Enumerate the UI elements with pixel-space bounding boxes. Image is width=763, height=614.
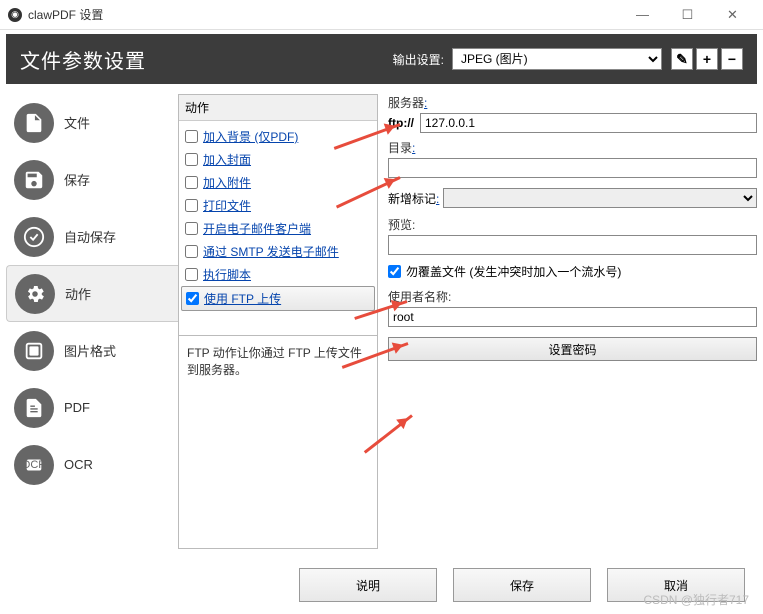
overwrite-label: 勿覆盖文件 (发生冲突时加入一个流水号): [406, 263, 621, 280]
image-icon: [14, 331, 54, 371]
gear-icon: [15, 274, 55, 314]
preview-input[interactable]: [388, 235, 757, 255]
action-checkbox[interactable]: [185, 268, 198, 281]
overwrite-checkbox[interactable]: [388, 265, 401, 278]
action-checkbox[interactable]: [185, 199, 198, 212]
save-button[interactable]: 保存: [453, 568, 591, 602]
sidebar-item-file[interactable]: 文件: [6, 94, 178, 151]
edit-button[interactable]: ✎: [671, 48, 693, 70]
sidebar-item-label: 文件: [64, 113, 90, 132]
action-item[interactable]: 加入封面: [181, 148, 375, 171]
ocr-icon: OCR: [14, 445, 54, 485]
action-label[interactable]: 加入封面: [203, 151, 251, 168]
help-button[interactable]: 说明: [299, 568, 437, 602]
dialog-footer: 说明 保存 取消: [299, 568, 745, 602]
action-item[interactable]: 使用 FTP 上传: [181, 286, 375, 311]
server-input[interactable]: [420, 113, 757, 133]
action-item[interactable]: 加入背景 (仅PDF): [181, 125, 375, 148]
actions-header: 动作: [179, 95, 377, 121]
header-bar: 文件参数设置 输出设置: JPEG (图片) ✎ + −: [6, 34, 757, 84]
action-label[interactable]: 加入背景 (仅PDF): [203, 128, 298, 145]
action-label[interactable]: 加入附件: [203, 174, 251, 191]
action-checkbox[interactable]: [185, 222, 198, 235]
sidebar-item-label: 图片格式: [64, 341, 116, 360]
directory-input[interactable]: [388, 158, 757, 178]
close-button[interactable]: ✕: [710, 1, 755, 29]
app-icon: ◉: [8, 8, 22, 22]
actions-panel: 动作 加入背景 (仅PDF) 加入封面加入附件打印文件开启电子邮件客户端通过 SM…: [178, 94, 378, 549]
header-title: 文件参数设置: [20, 45, 393, 74]
new-tag-label: 新增标记:: [388, 190, 439, 207]
sidebar-item-label: OCR: [64, 457, 93, 472]
action-checkbox[interactable]: [185, 130, 198, 143]
preview-label: 预览:: [388, 216, 757, 233]
action-item[interactable]: 加入附件: [181, 171, 375, 194]
save-icon: [14, 160, 54, 200]
cancel-button[interactable]: 取消: [607, 568, 745, 602]
autosave-icon: [14, 217, 54, 257]
sidebar-item-actions[interactable]: 动作: [6, 265, 178, 322]
server-label: 服务器:: [388, 94, 757, 111]
action-checkbox[interactable]: [186, 292, 199, 305]
username-input[interactable]: [388, 307, 757, 327]
window-titlebar: ◉ clawPDF 设置 — ☐ ✕: [0, 0, 763, 30]
add-button[interactable]: +: [696, 48, 718, 70]
sidebar-item-label: PDF: [64, 400, 90, 415]
action-item[interactable]: 开启电子邮件客户端: [181, 217, 375, 240]
maximize-button[interactable]: ☐: [665, 1, 710, 29]
action-label[interactable]: 打印文件: [203, 197, 251, 214]
action-item[interactable]: 通过 SMTP 发送电子邮件: [181, 240, 375, 263]
minimize-button[interactable]: —: [620, 1, 665, 29]
action-label[interactable]: 执行脚本: [203, 266, 251, 283]
action-item[interactable]: 执行脚本: [181, 263, 375, 286]
sidebar-item-autosave[interactable]: 自动保存: [6, 208, 178, 265]
directory-label: 目录:: [388, 139, 757, 156]
svg-text:OCR: OCR: [23, 458, 45, 470]
sidebar-item-label: 动作: [65, 284, 91, 303]
sidebar-item-save[interactable]: 保存: [6, 151, 178, 208]
sidebar-item-ocr[interactable]: OCR OCR: [6, 436, 178, 493]
set-password-button[interactable]: 设置密码: [388, 337, 757, 361]
sidebar-nav: 文件 保存 自动保存 动作 图片格式 PDF OCR OCR: [6, 94, 178, 549]
remove-button[interactable]: −: [721, 48, 743, 70]
action-item[interactable]: 打印文件: [181, 194, 375, 217]
sidebar-item-label: 自动保存: [64, 227, 116, 246]
action-label[interactable]: 通过 SMTP 发送电子邮件: [203, 243, 339, 260]
output-label: 输出设置:: [393, 51, 444, 68]
sidebar-item-pdf[interactable]: PDF: [6, 379, 178, 436]
window-title: clawPDF 设置: [28, 6, 620, 23]
action-label[interactable]: 使用 FTP 上传: [204, 290, 281, 307]
pdf-icon: [14, 388, 54, 428]
output-format-select[interactable]: JPEG (图片): [452, 48, 662, 70]
action-description: FTP 动作让你通过 FTP 上传文件到服务器。: [179, 335, 377, 465]
action-label[interactable]: 开启电子邮件客户端: [203, 220, 311, 237]
sidebar-item-label: 保存: [64, 170, 90, 189]
ftp-settings: 服务器: ftp:// 目录: 新增标记: 预览: 勿覆盖文件 (发生冲突时加入…: [388, 94, 757, 549]
username-label: 使用者名称:: [388, 288, 757, 305]
new-tag-select[interactable]: [443, 188, 757, 208]
action-checkbox[interactable]: [185, 176, 198, 189]
file-icon: [14, 103, 54, 143]
sidebar-item-imageformat[interactable]: 图片格式: [6, 322, 178, 379]
action-checkbox[interactable]: [185, 153, 198, 166]
action-checkbox[interactable]: [185, 245, 198, 258]
ftp-prefix: ftp://: [388, 116, 414, 130]
